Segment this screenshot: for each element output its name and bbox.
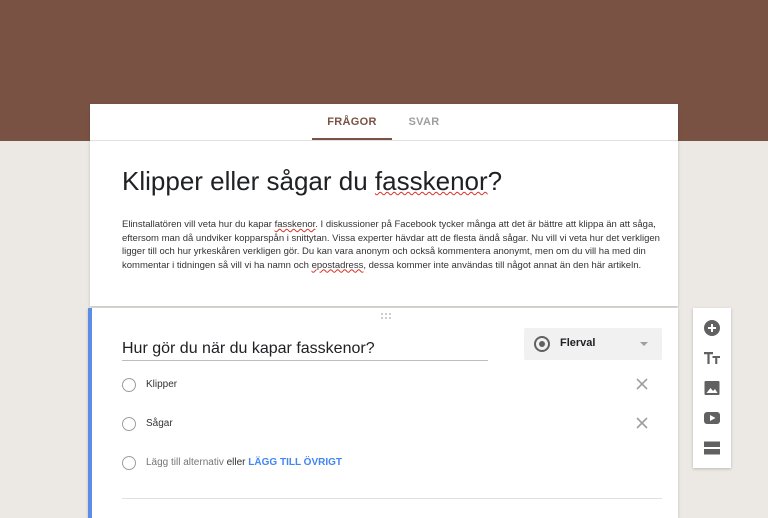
form-title-misspelled-word: fasskenor xyxy=(374,166,488,196)
title-text-icon[interactable] xyxy=(702,348,722,368)
form-description-part: Elinstallatören vill veta hur du kapar xyxy=(122,219,275,230)
image-icon[interactable] xyxy=(702,378,722,398)
divider xyxy=(122,498,662,499)
question-type-label: Flerval xyxy=(560,337,596,349)
option-label-input[interactable]: Sågar xyxy=(146,418,173,429)
add-circle-icon[interactable] xyxy=(702,318,722,338)
radio-option-icon xyxy=(122,417,136,431)
side-toolbar xyxy=(693,308,731,468)
radio-option-icon xyxy=(122,378,136,392)
form-description-misspelled-word: epostadress xyxy=(311,259,364,271)
question-title-input[interactable]: Hur gör du när du kapar fasskenor? xyxy=(122,338,488,361)
video-icon[interactable] xyxy=(702,408,722,428)
form-title[interactable]: Klipper eller sågar du fasskenor? xyxy=(122,166,502,197)
add-option-text: Lägg till alternativ eller LÄGG TILL ÖVR… xyxy=(146,457,342,468)
radio-option-icon xyxy=(122,456,136,470)
add-option-input[interactable]: Lägg till alternativ xyxy=(146,457,224,468)
option-label-input[interactable]: Klipper xyxy=(146,379,177,390)
form-description-part: , dessa kommer inte användas till något … xyxy=(363,259,642,271)
radio-button-icon xyxy=(534,336,550,352)
section-icon[interactable] xyxy=(702,438,722,458)
drag-handle-icon[interactable] xyxy=(380,312,392,320)
close-icon[interactable] xyxy=(634,376,650,392)
tab-svar[interactable]: SVAR xyxy=(396,104,452,140)
form-description[interactable]: Elinstallatören vill veta hur du kapar f… xyxy=(122,218,664,272)
form-header-card: FRÅGOR SVAR Klipper eller sågar du fassk… xyxy=(90,104,678,306)
tab-bar: FRÅGOR SVAR xyxy=(90,104,678,141)
form-title-start: Klipper eller sågar du xyxy=(122,166,375,196)
question-card[interactable]: Hur gör du när du kapar fasskenor? Flerv… xyxy=(88,308,678,518)
dropdown-arrow-icon xyxy=(640,342,648,346)
form-title-end: ? xyxy=(487,166,503,196)
form-description-misspelled-word: fasskenor xyxy=(274,219,316,230)
question-type-dropdown[interactable]: Flerval xyxy=(524,328,662,360)
add-option-or: eller xyxy=(226,457,246,468)
add-other-link[interactable]: LÄGG TILL ÖVRIGT xyxy=(248,457,342,468)
close-icon[interactable] xyxy=(634,415,650,431)
tab-fragor[interactable]: FRÅGOR xyxy=(312,104,392,140)
